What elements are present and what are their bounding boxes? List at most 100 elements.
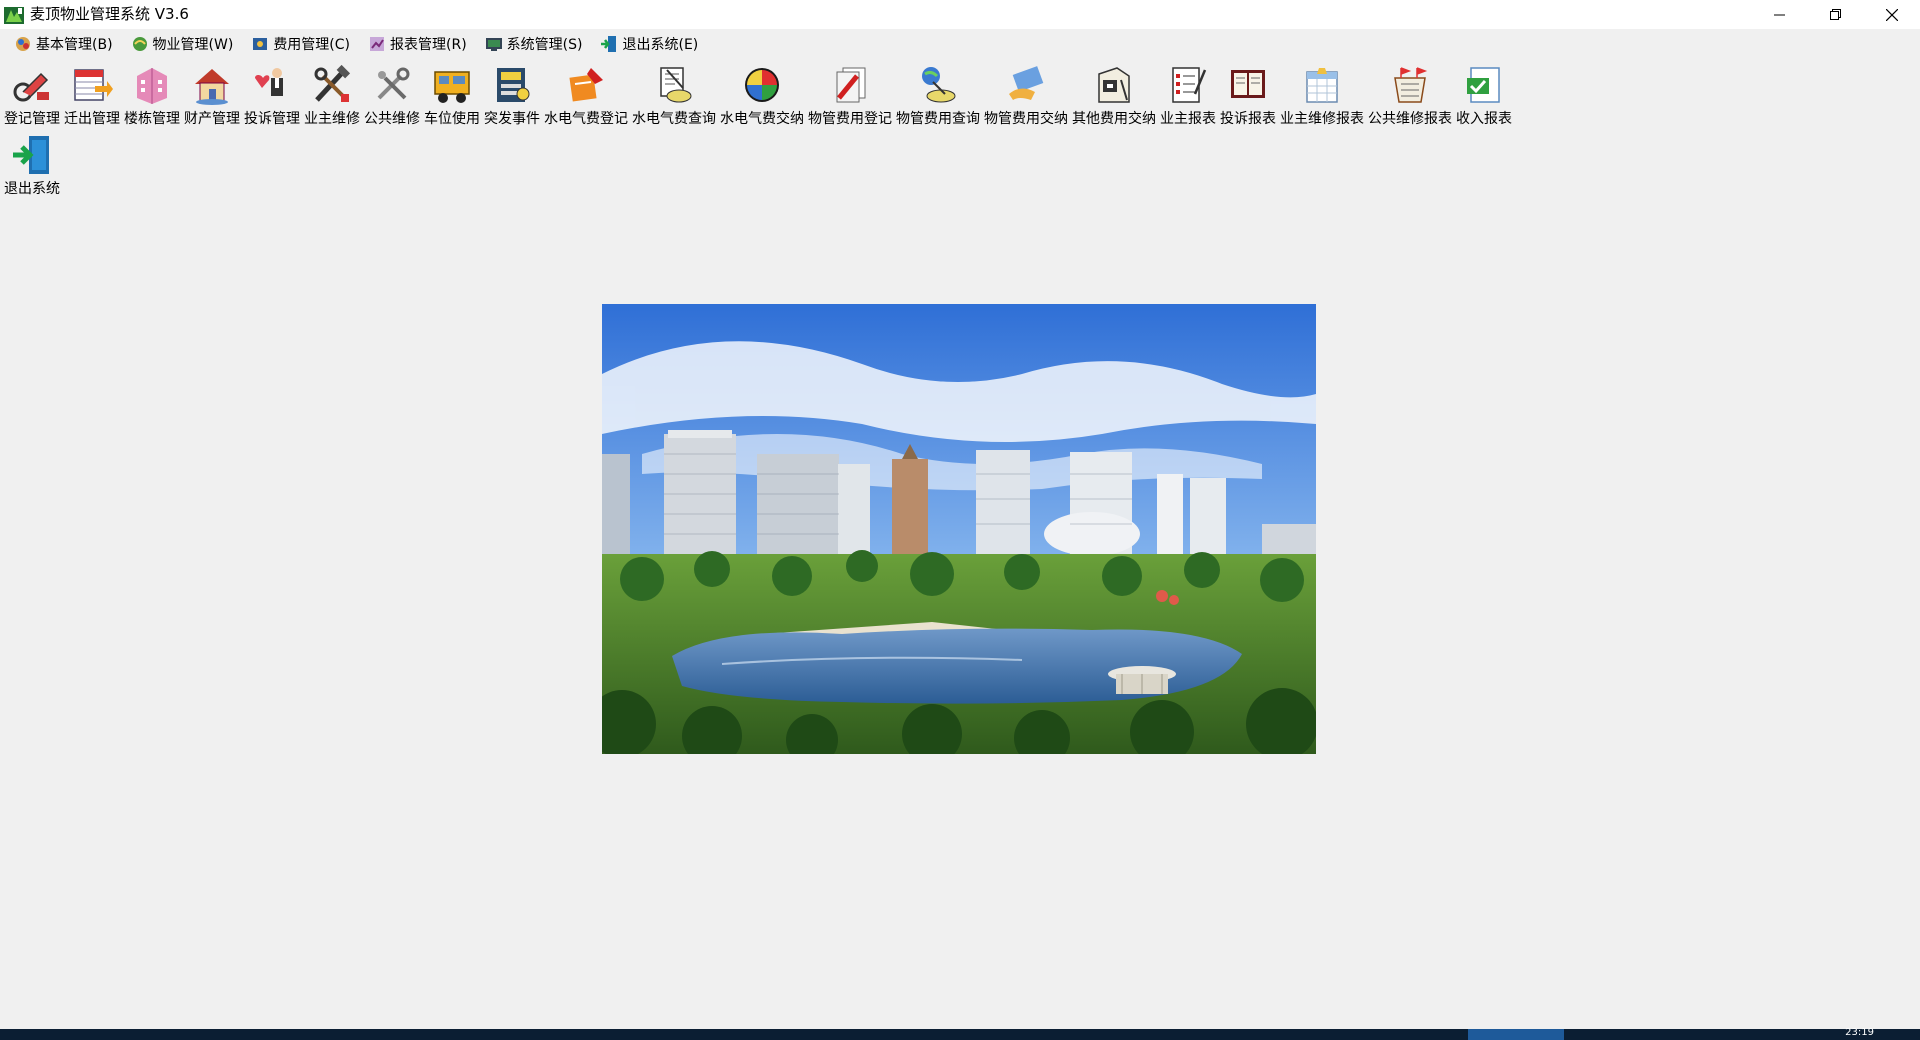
toolbar-utility-pay-button[interactable]: 水电气费交纳: [718, 62, 806, 128]
toolbar-property-button[interactable]: 财产管理: [182, 62, 242, 128]
mgmt-fee-query-icon: [922, 67, 956, 103]
menu-label: 物业管理(W): [152, 36, 234, 53]
mgmt-fee-register-icon: [836, 67, 866, 103]
toolbar-owner-repair-button[interactable]: 业主维修: [302, 62, 362, 128]
toolbar-label: 投诉管理: [244, 111, 300, 127]
toolbar-label: 公共维修: [364, 111, 420, 127]
toolbar-income-report-button[interactable]: 收入报表: [1454, 62, 1514, 128]
menu-property[interactable]: 物业管理(W): [127, 32, 248, 56]
toolbar-label: 投诉报表: [1220, 111, 1276, 127]
app-logo-icon: [4, 6, 24, 24]
status-bar: 23:19: [0, 1027, 1920, 1040]
exit-icon: [13, 136, 49, 174]
toolbar-label: 物管费用登记: [808, 111, 892, 127]
property-house-icon: [195, 69, 229, 105]
restore-icon: [1830, 8, 1841, 20]
toolbar-mgmt-fee-pay-button[interactable]: 物管费用交纳: [982, 62, 1070, 128]
app-window: 麦顶物业管理系统 V3.6 基本管理(B) 物业管理(W) 费用管理(C) 报表…: [0, 0, 1920, 1040]
window-title: 麦顶物业管理系统 V3.6: [30, 5, 189, 23]
close-icon: [1886, 8, 1898, 21]
toolbar-utility-register-button[interactable]: 水电气费登记: [542, 62, 630, 128]
public-repair-icon: [377, 67, 410, 100]
toolbar-complaint-report-button[interactable]: 投诉报表: [1218, 62, 1278, 128]
utility-register-icon: [569, 68, 603, 102]
menu-basic[interactable]: 基本管理(B): [10, 32, 127, 56]
owner-repair-report-icon: [1306, 68, 1338, 103]
toolbar-label: 业主维修: [304, 111, 360, 127]
toolbar-label: 财产管理: [184, 111, 240, 127]
register-icon: [13, 72, 49, 102]
utility-query-icon: [660, 67, 692, 103]
mgmt-fee-pay-icon: [1009, 66, 1044, 100]
toolbar-mgmt-fee-register-button[interactable]: 物管费用登记: [806, 62, 894, 128]
toolbar-building-button[interactable]: 楼栋管理: [122, 62, 182, 128]
menu-label: 退出系统(E): [622, 36, 699, 53]
report-manage-icon: [370, 36, 385, 51]
toolbar-label: 物管费用交纳: [984, 111, 1068, 127]
income-report-icon: [1467, 67, 1500, 103]
toolbar-parking-button[interactable]: 车位使用: [422, 62, 482, 128]
toolbar-label: 业主维修报表: [1280, 111, 1364, 127]
toolbar-label: 迁出管理: [64, 111, 120, 127]
title-bar: 麦顶物业管理系统 V3.6: [0, 0, 1920, 29]
toolbar-label: 楼栋管理: [124, 111, 180, 127]
toolbar-label: 突发事件: [484, 111, 540, 127]
toolbar-label: 公共维修报表: [1368, 111, 1452, 127]
toolbar: 登记管理 迁出管理 楼栋管理 财产管理 投诉管理 业主维修 公共维修 车位使用 …: [0, 60, 1920, 200]
menu-system[interactable]: 系统管理(S): [481, 32, 597, 56]
toolbar-exit-button[interactable]: 退出系统: [2, 132, 62, 198]
window-controls: [1752, 0, 1920, 29]
toolbar-row: 登记管理 迁出管理 楼栋管理 财产管理 投诉管理 业主维修 公共维修 车位使用 …: [2, 62, 1514, 128]
basic-manage-icon: [16, 36, 30, 51]
toolbar-label: 退出系统: [4, 181, 60, 197]
toolbar-label: 水电气费登记: [544, 111, 628, 127]
toolbar-label: 其他费用交纳: [1072, 111, 1156, 127]
move-out-icon: [74, 69, 113, 101]
owner-report-icon: [1172, 67, 1207, 103]
close-button[interactable]: [1864, 0, 1920, 29]
toolbar-label: 登记管理: [4, 111, 60, 127]
toolbar-label: 水电气费交纳: [720, 111, 804, 127]
toolbar-public-repair-report-button[interactable]: 公共维修报表: [1366, 62, 1454, 128]
toolbar-label: 业主报表: [1160, 111, 1216, 127]
building-icon: [137, 68, 167, 104]
toolbar-moveout-button[interactable]: 迁出管理: [62, 62, 122, 128]
status-time: 23:19: [1845, 1027, 1874, 1038]
toolbar-public-repair-button[interactable]: 公共维修: [362, 62, 422, 128]
emergency-icon: [497, 68, 530, 102]
toolbar-complaint-button[interactable]: 投诉管理: [242, 62, 302, 128]
status-active-segment: [1468, 1029, 1564, 1040]
toolbar-label: 车位使用: [424, 111, 480, 127]
system-manage-icon: [485, 37, 502, 51]
other-fee-pay-icon: [1098, 67, 1130, 103]
parking-truck-icon: [434, 71, 470, 103]
toolbar-label: 物管费用查询: [896, 111, 980, 127]
toolbar-other-fee-pay-button[interactable]: 其他费用交纳: [1070, 62, 1158, 128]
owner-repair-icon: [314, 64, 351, 102]
menu-report[interactable]: 报表管理(R): [364, 32, 481, 56]
utility-pay-icon: [745, 68, 779, 102]
menu-fee[interactable]: 费用管理(C): [247, 32, 364, 56]
toolbar-register-button[interactable]: 登记管理: [2, 62, 62, 128]
toolbar-utility-query-button[interactable]: 水电气费查询: [630, 62, 718, 128]
public-repair-report-icon: [1394, 67, 1428, 103]
menu-label: 基本管理(B): [36, 36, 113, 53]
menu-label: 费用管理(C): [273, 36, 351, 53]
toolbar-label: 收入报表: [1456, 111, 1512, 127]
restore-button[interactable]: [1808, 0, 1864, 29]
menu-bar: 基本管理(B) 物业管理(W) 费用管理(C) 报表管理(R) 系统管理(S): [0, 29, 1920, 58]
minimize-icon: [1774, 14, 1785, 15]
complaint-icon: [255, 68, 283, 96]
exit-system-icon: [601, 35, 617, 52]
menu-exit[interactable]: 退出系统(E): [596, 32, 712, 56]
toolbar-emergency-button[interactable]: 突发事件: [482, 62, 542, 128]
toolbar-owner-repair-report-button[interactable]: 业主维修报表: [1278, 62, 1366, 128]
fee-manage-icon: [253, 37, 268, 50]
toolbar-mgmt-fee-query-button[interactable]: 物管费用查询: [894, 62, 982, 128]
city-park-photo: [602, 304, 1316, 754]
menu-label: 系统管理(S): [506, 36, 583, 53]
minimize-button[interactable]: [1752, 0, 1808, 29]
complaint-report-icon: [1231, 70, 1265, 98]
toolbar-owner-report-button[interactable]: 业主报表: [1158, 62, 1218, 128]
city-park-image: [602, 304, 1316, 754]
